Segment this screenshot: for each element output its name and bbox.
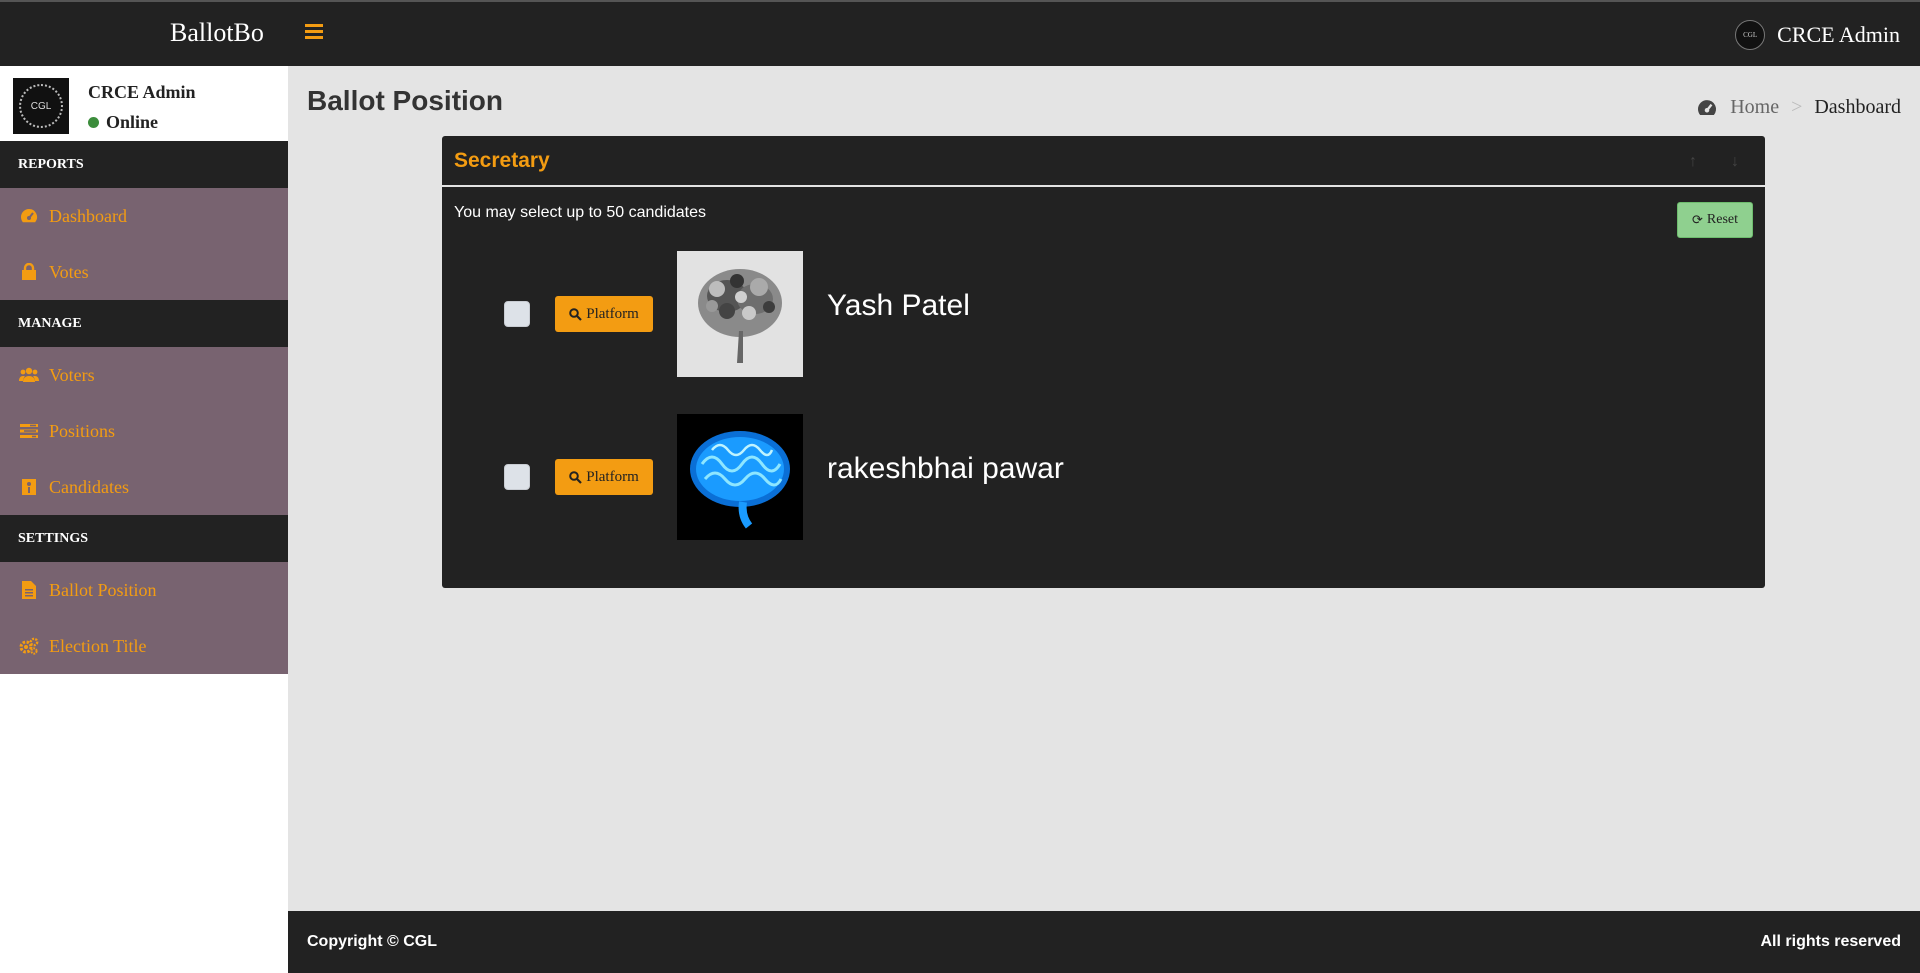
footer-copyright: Copyright © CGL: [307, 933, 437, 950]
platform-button[interactable]: Platform: [555, 296, 653, 332]
footer-rights: All rights reserved: [1760, 933, 1902, 950]
move-up-icon[interactable]: ↑: [1683, 152, 1703, 172]
sidebar-item-label: Voters: [49, 364, 95, 385]
platform-label: Platform: [586, 305, 639, 322]
user-panel: CGL CRCE Admin Online: [0, 66, 288, 141]
brand-logo-text[interactable]: BallotBo: [170, 18, 264, 48]
sidebar-item-label: Ballot Position: [49, 579, 157, 600]
sidebar-item-label: Candidates: [49, 476, 129, 497]
move-down-icon[interactable]: ↓: [1725, 152, 1745, 172]
sidebar-item-label: Positions: [49, 420, 116, 441]
sidebar-item-label: Dashboard: [49, 205, 127, 226]
user-menu-name: CRCE Admin: [1777, 22, 1900, 47]
user-status: Online: [88, 112, 158, 133]
breadcrumb-current: Dashboard: [1814, 96, 1901, 118]
dashboard-icon: [19, 207, 39, 225]
status-label: Online: [106, 112, 159, 132]
box-tools: ↑ ↓: [1661, 152, 1745, 172]
position-box-header: Secretary ↑ ↓: [442, 136, 1765, 187]
nav-header-manage: MANAGE: [0, 300, 288, 347]
candidate-icon: [19, 478, 39, 496]
candidate-name: Yash Patel: [827, 289, 970, 322]
lock-icon: [19, 263, 39, 281]
reset-label: Reset: [1706, 212, 1738, 227]
candidate-photo: [677, 251, 803, 377]
top-navbar: BallotBo CGL CRCE Admin: [0, 0, 1920, 66]
avatar: CGL: [13, 78, 69, 134]
breadcrumb-home-label: Home: [1730, 96, 1780, 118]
platform-button[interactable]: Platform: [555, 459, 653, 495]
page-title: Ballot Position: [307, 85, 503, 116]
breadcrumb-home[interactable]: Home: [1696, 96, 1779, 119]
nav-header-settings: SETTINGS: [0, 515, 288, 562]
dashboard-icon: [1698, 99, 1717, 115]
sidebar-item-positions[interactable]: Positions: [0, 403, 288, 459]
laurel-logo-icon: CGL: [19, 84, 63, 128]
user-panel-name: CRCE Admin: [88, 82, 196, 102]
position-box: Secretary ↑ ↓ You may select up to 50 ca…: [442, 136, 1765, 588]
sidebar-item-voters[interactable]: Voters: [0, 347, 288, 403]
candidate-checkbox[interactable]: [504, 301, 530, 327]
nav-header-reports: REPORTS: [0, 141, 288, 188]
search-icon: [569, 470, 583, 484]
user-menu[interactable]: CGL CRCE Admin: [1735, 20, 1900, 50]
refresh-icon: ⟳: [1691, 212, 1703, 227]
users-icon: [19, 366, 39, 384]
sidebar-item-ballot-position[interactable]: Ballot Position: [0, 562, 288, 618]
reset-button[interactable]: ⟳ Reset: [1677, 202, 1753, 238]
search-icon: [569, 307, 583, 321]
candidate-checkbox[interactable]: [504, 464, 530, 490]
breadcrumb-separator: >: [1791, 96, 1803, 118]
sidebar-item-dashboard[interactable]: Dashboard: [0, 188, 288, 244]
sidebar-item-label: Election Title: [49, 635, 147, 656]
breadcrumb: Home > Dashboard: [1696, 96, 1901, 119]
footer: Copyright © CGL All rights reserved: [288, 911, 1920, 973]
hamburger-menu-icon[interactable]: [305, 24, 323, 40]
selection-instruction: You may select up to 50 candidates: [454, 204, 707, 221]
sidebar-item-label: Votes: [49, 261, 89, 282]
sidebar-item-election-title[interactable]: Election Title: [0, 618, 288, 674]
candidate-row: Platform Yash Patel: [442, 251, 1765, 377]
file-icon: [19, 581, 39, 599]
sidebar: CGL CRCE Admin Online REPORTS Dashboard …: [0, 66, 288, 973]
sidebar-item-candidates[interactable]: Candidates: [0, 459, 288, 515]
candidate-name: rakeshbhai pawar: [827, 452, 1064, 485]
candidate-row: Platform rakeshbhai pawar: [442, 414, 1765, 540]
candidate-photo: [677, 414, 803, 540]
position-title: Secretary: [454, 149, 550, 172]
online-dot-icon: [88, 117, 99, 128]
platform-label: Platform: [586, 468, 639, 485]
tasks-icon: [19, 422, 39, 440]
sidebar-item-votes[interactable]: Votes: [0, 244, 288, 300]
user-avatar-icon: CGL: [1735, 20, 1766, 50]
cogs-icon: [19, 637, 39, 655]
